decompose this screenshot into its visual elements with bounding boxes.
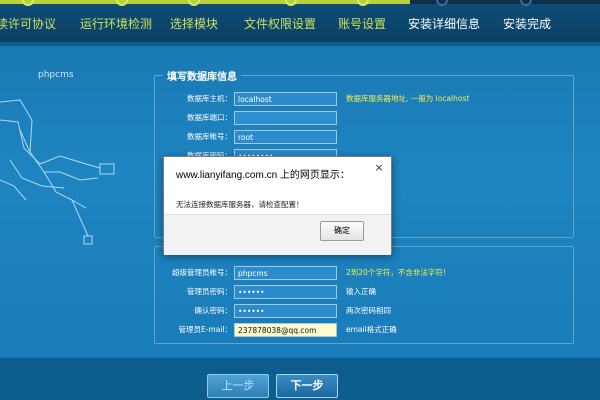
db-port-row: 数据库端口： [154,111,584,125]
db-user-row: 数据库帐号： [154,130,584,144]
step-select-modules: 选择模块 [170,17,219,31]
database-info-legend: 填写数据库信息 [167,72,237,83]
db-host-row: 数据库主机： 数据库服务器地址, 一般为 localhost [154,92,584,106]
ok-button[interactable]: 确定 [320,221,364,241]
admin-password-input[interactable] [234,285,337,299]
confirm-password-row: 确认密码： 两次密码相同 [154,304,584,318]
progress-line-done [0,0,410,4]
step-dot-2 [116,0,128,6]
brand-label: phpcms [38,70,74,80]
step-dot-7 [520,0,532,6]
step-install-details: 安装详细信息 [408,17,481,31]
step-license: 读许可协议 [0,17,57,31]
previous-step-button[interactable]: 上一步 [207,374,269,398]
install-steps-bar: 读许可协议 运行环境检测 选择模块 文件权限设置 账号设置 安装详细信息 安装完… [0,0,600,42]
confirm-password-label: 确认密码： [194,306,233,315]
step-env-check: 运行环境检测 [80,17,153,31]
step-dot-3 [188,0,200,6]
db-host-label: 数据库主机： [187,94,232,103]
close-icon[interactable]: × [373,162,385,174]
step-dot-4 [285,0,297,6]
step-dot-1 [22,0,34,6]
admin-user-input[interactable] [234,266,337,280]
confirm-password-input[interactable] [234,304,337,318]
dialog-title: www.lianyifang.com.cn 上的网页显示： [176,170,350,181]
admin-email-row: 管理员E-mail： email格式正确 [154,323,584,337]
db-user-label: 数据库帐号： [187,132,232,141]
step-file-permissions: 文件权限设置 [244,17,317,31]
admin-email-input[interactable] [234,323,337,337]
admin-password-row: 管理员密码： 输入正确 [154,285,584,299]
next-step-button[interactable]: 下一步 [276,374,338,398]
step-dot-5 [357,0,369,6]
admin-password-label: 管理员密码： [187,287,232,296]
db-host-input[interactable] [234,92,337,106]
dialog-message: 无法连接数据库服务器，请检查配置！ [176,200,304,209]
admin-email-label: 管理员E-mail： [178,325,232,334]
footer: 上一步 下一步 [0,358,600,400]
step-install-complete: 安装完成 [503,17,552,31]
db-port-input[interactable] [234,111,337,125]
db-user-input[interactable] [234,130,337,144]
alert-dialog: www.lianyifang.com.cn 上的网页显示： × 无法连接数据库服… [163,156,392,255]
admin-email-hint: email格式正确 [346,325,397,334]
confirm-password-hint: 两次密码相同 [346,306,391,315]
db-host-hint: 数据库服务器地址, 一般为 localhost [346,94,470,103]
network-illustration [0,99,115,245]
step-dot-6 [436,0,448,6]
admin-user-row: 超级管理员帐号： 2到20个字符，不含非法字符! [154,266,584,280]
admin-user-label: 超级管理员帐号： [172,268,232,277]
step-account-settings: 账号设置 [338,17,387,31]
db-port-label: 数据库端口： [187,113,232,122]
admin-user-hint: 2到20个字符，不含非法字符! [346,268,446,277]
admin-password-hint: 输入正确 [346,287,376,296]
